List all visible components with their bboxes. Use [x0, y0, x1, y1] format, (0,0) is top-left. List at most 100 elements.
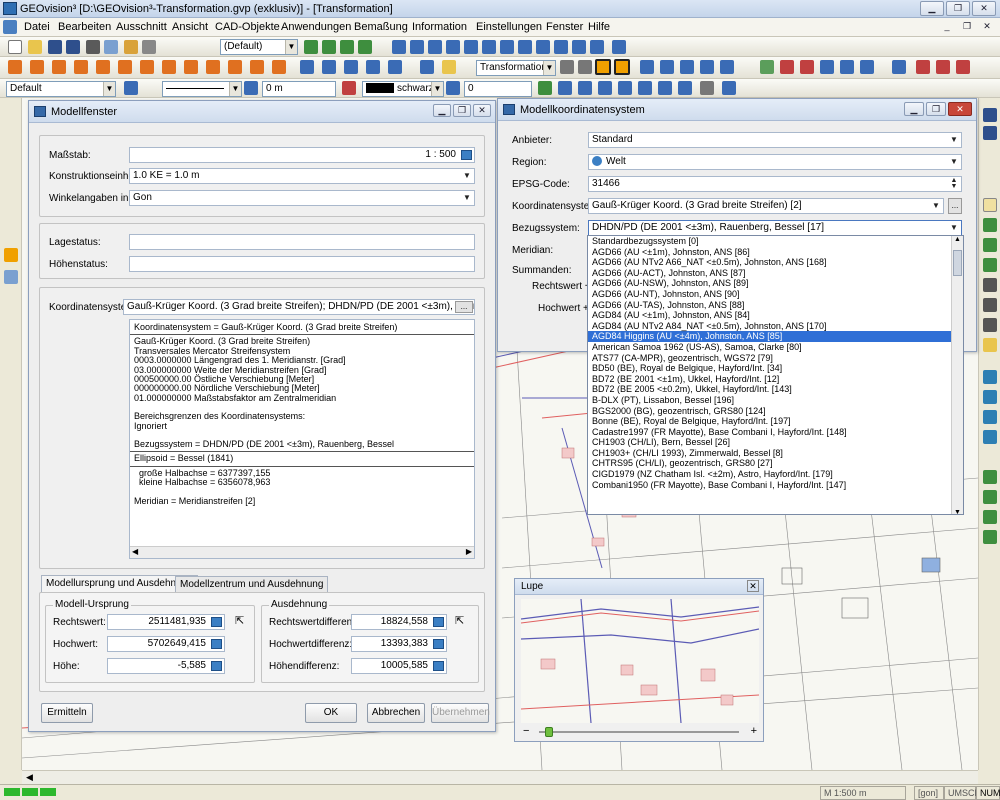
- draw-rotate-icon[interactable]: [250, 60, 264, 74]
- draw-spline-icon[interactable]: [184, 60, 198, 74]
- left-tool-icon[interactable]: [4, 270, 18, 284]
- region-select[interactable]: Welt ▼: [588, 154, 962, 170]
- hoehendifferenz-input[interactable]: 10005,585: [351, 658, 447, 674]
- print-preview-icon[interactable]: [104, 40, 118, 54]
- copy-icon[interactable]: [124, 40, 138, 54]
- props-icon-7[interactable]: [658, 81, 672, 95]
- tool-icon-9[interactable]: [936, 60, 950, 74]
- zoom-window-icon[interactable]: [983, 258, 997, 272]
- snap-tool-icon-2[interactable]: [983, 390, 997, 404]
- dropdown-scrollbar[interactable]: ▲ ▼: [951, 236, 963, 514]
- color-combo[interactable]: schwarz ▼: [362, 81, 444, 97]
- hatch-icon[interactable]: [420, 60, 434, 74]
- bezugssystem-option[interactable]: CH1903 (CH/LI), Bern, Bessel [26]: [588, 437, 963, 448]
- cross-icon[interactable]: [560, 60, 574, 74]
- group-icon[interactable]: [388, 60, 402, 74]
- abbrechen-button[interactable]: Abbrechen: [367, 703, 425, 723]
- draw-offset-icon[interactable]: [206, 60, 220, 74]
- line-width-input[interactable]: 0 m: [262, 81, 336, 97]
- tool-icon-6[interactable]: [860, 60, 874, 74]
- tool-icon-4[interactable]: [820, 60, 834, 74]
- menu-fenster[interactable]: Fenster: [546, 21, 583, 33]
- snap-tool-icon-1[interactable]: [983, 370, 997, 384]
- info-icon-9[interactable]: [536, 40, 550, 54]
- mdi-minimize-button[interactable]: _: [938, 20, 956, 35]
- tool-icon-5[interactable]: [840, 60, 854, 74]
- zoom-previous-icon[interactable]: [983, 298, 997, 312]
- calc-icon[interactable]: [433, 661, 444, 671]
- koordinatensystem-details[interactable]: Koordinatensystem = Gauß-Krüger Koord. (…: [129, 319, 475, 559]
- bezugssystem-option[interactable]: Cadastre1997 (FR Mayotte), Base Combani …: [588, 427, 963, 438]
- mdi-close-button[interactable]: ✕: [978, 20, 996, 35]
- snap-tool-icon-4[interactable]: [983, 430, 997, 444]
- color-properties-icon[interactable]: [446, 81, 460, 95]
- cut-icon[interactable]: [578, 60, 592, 74]
- calc-icon[interactable]: [211, 661, 222, 671]
- epsg-input[interactable]: 31466 ▲ ▼: [588, 176, 962, 192]
- props-icon-5[interactable]: [618, 81, 632, 95]
- draw-circle-icon[interactable]: [74, 60, 88, 74]
- layer-combo[interactable]: Default ▼: [6, 81, 116, 97]
- ermitteln-button[interactable]: Ermitteln: [41, 703, 93, 723]
- modellfenster-minimize-button[interactable]: ▁: [433, 104, 451, 117]
- info-icon-1[interactable]: [392, 40, 406, 54]
- map-horizontal-scrollbar[interactable]: ◀: [22, 770, 978, 784]
- hoehe-input[interactable]: -5,585: [107, 658, 225, 674]
- bezugssystem-option[interactable]: CH1903+ (CH/LI 1993), Zimmerwald, Bessel…: [588, 448, 963, 459]
- color-icon[interactable]: [342, 81, 356, 95]
- snap-icon[interactable]: [595, 59, 611, 75]
- mks-koordinatensystem-select[interactable]: Gauß-Krüger Koord. (3 Grad breite Streif…: [588, 198, 944, 214]
- menu-bearbeiten[interactable]: Bearbeiten: [58, 21, 111, 33]
- bezugssystem-option[interactable]: AGD84 (AU <±1m), Johnston, ANS [84]: [588, 310, 963, 321]
- image-icon[interactable]: [344, 60, 358, 74]
- snap-tool-icon-5[interactable]: [983, 470, 997, 484]
- hochwertdifferenz-input[interactable]: 13393,383: [351, 636, 447, 652]
- zoom-icon[interactable]: [983, 198, 997, 212]
- new-file-icon[interactable]: [8, 40, 22, 54]
- snap-tool-icon-7[interactable]: [983, 510, 997, 524]
- draw-arc-icon[interactable]: [52, 60, 66, 74]
- menu-ansicht[interactable]: Ansicht: [172, 21, 208, 33]
- raster-icon[interactable]: [680, 60, 694, 74]
- nav-down-icon[interactable]: [983, 126, 997, 140]
- zoom-all-icon[interactable]: [983, 278, 997, 292]
- style-icon[interactable]: [442, 60, 456, 74]
- tab-modellzentrum[interactable]: Modellzentrum und Ausdehnung: [175, 576, 329, 593]
- info-icon-6[interactable]: [482, 40, 496, 54]
- zoom-slider-thumb[interactable]: [545, 727, 553, 737]
- koordinatensystem-input[interactable]: Gauß-Krüger Koord. (3 Grad breite Streif…: [123, 299, 475, 315]
- rechtswertdifferenz-input[interactable]: 18824,558: [351, 614, 447, 630]
- minimize-button[interactable]: ▁: [920, 1, 944, 16]
- bezugssystem-option[interactable]: AGD66 (AU-ACT), Johnston, ANS [87]: [588, 268, 963, 279]
- props-icon-3[interactable]: [578, 81, 592, 95]
- layer-add-icon[interactable]: [322, 40, 336, 54]
- draw-polyline-icon[interactable]: [30, 60, 44, 74]
- view-combo[interactable]: (Default) ▼: [220, 39, 298, 55]
- info-icon-10[interactable]: [554, 40, 568, 54]
- bezugssystem-dropdown-list[interactable]: Standardbezugssystem [0] AGD66 (AU <±1m),…: [587, 235, 964, 515]
- menu-datei[interactable]: Datei: [24, 21, 50, 33]
- bezugssystem-option[interactable]: BD50 (BE), Royal de Belgique, Hayford/In…: [588, 363, 963, 374]
- calc-icon[interactable]: [433, 617, 444, 627]
- menu-information[interactable]: Information: [412, 21, 467, 33]
- save-all-icon[interactable]: [66, 40, 80, 54]
- tool-icon-1[interactable]: [760, 60, 774, 74]
- menu-hilfe[interactable]: Hilfe: [588, 21, 610, 33]
- bezugssystem-option[interactable]: ATS77 (CA-MPR), geozentrisch, WGS72 [79]: [588, 353, 963, 364]
- menu-bemassung[interactable]: Bemaßung: [354, 21, 408, 33]
- props-icon-4[interactable]: [598, 81, 612, 95]
- modellfenster-maximize-button[interactable]: ❐: [453, 104, 471, 117]
- dropdown-scroll-thumb[interactable]: [953, 250, 962, 276]
- draw-rect-icon[interactable]: [96, 60, 110, 74]
- tool-icon-7[interactable]: [892, 60, 906, 74]
- props-icon-2[interactable]: [558, 81, 572, 95]
- table-icon[interactable]: [322, 60, 336, 74]
- bezugssystem-option[interactable]: CIGD1979 (NZ Chatham Isl. <±2m), Astro, …: [588, 469, 963, 480]
- layer-delete-icon[interactable]: [358, 40, 372, 54]
- layer-edit-icon[interactable]: [340, 40, 354, 54]
- pick-cursor-icon[interactable]: ⇱: [235, 614, 244, 627]
- lupe-zoom-slider[interactable]: − +: [523, 725, 757, 739]
- save-icon[interactable]: [48, 40, 62, 54]
- lagestatus-input[interactable]: [129, 234, 475, 250]
- menu-einstellungen[interactable]: Einstellungen: [476, 21, 542, 33]
